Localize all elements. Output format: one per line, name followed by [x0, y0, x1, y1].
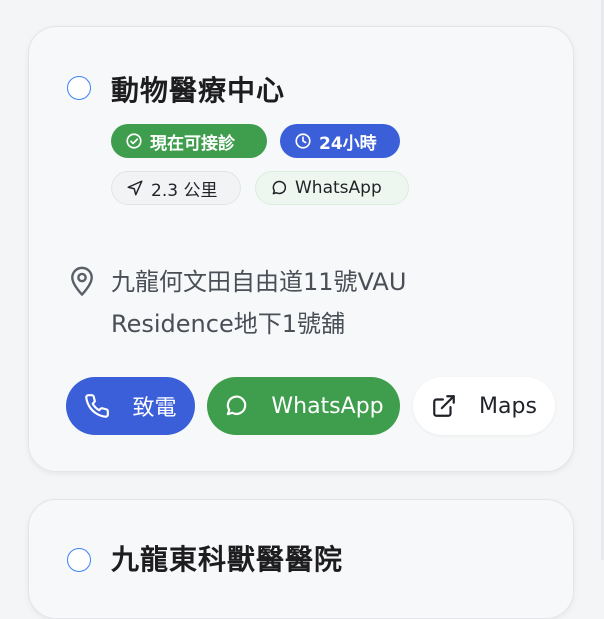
maps-button[interactable]: Maps — [413, 377, 555, 435]
clinic-card[interactable]: 九龍東科獸醫醫院 — [28, 499, 574, 619]
chat-bubble-icon — [272, 180, 287, 195]
whatsapp-badge: WhatsApp — [255, 171, 409, 205]
whatsapp-button-label: WhatsApp — [271, 393, 384, 419]
external-link-icon — [433, 395, 455, 417]
open-now-badge: 現在可接診 — [111, 124, 267, 158]
address-line-2: Residence地下1號舖 — [111, 310, 345, 338]
maps-button-label: Maps — [479, 393, 537, 419]
select-radio[interactable] — [67, 76, 91, 100]
distance-badge: 2.3 公里 — [111, 171, 241, 205]
clock-icon — [295, 133, 311, 149]
whatsapp-badge-label: WhatsApp — [295, 178, 382, 198]
navigation-arrow-icon — [127, 180, 143, 196]
open-now-label: 現在可接診 — [150, 133, 235, 154]
clinic-card[interactable]: 動物醫療中心 現在可接診 24小時 2.3 公里 WhatsApp 九龍何文田自… — [28, 26, 574, 472]
clinic-title: 九龍東科獸醫醫院 — [111, 543, 344, 576]
phone-icon — [85, 394, 110, 418]
hours-badge: 24小時 — [280, 124, 400, 158]
chat-bubble-icon — [227, 395, 247, 416]
address-line-1: 九龍何文田自由道11號VAU — [111, 268, 407, 296]
check-circle-icon — [126, 133, 142, 149]
call-button[interactable]: 致電 — [66, 377, 195, 435]
hours-label: 24小時 — [319, 133, 377, 154]
call-button-label: 致電 — [132, 396, 177, 421]
clinic-title: 動物醫療中心 — [111, 74, 286, 107]
map-pin-icon — [71, 266, 93, 296]
clinic-address: 九龍何文田自由道11號VAU Residence地下1號舖 — [111, 261, 441, 345]
select-radio[interactable] — [67, 548, 91, 572]
whatsapp-button[interactable]: WhatsApp — [207, 377, 400, 435]
distance-label: 2.3 公里 — [151, 180, 218, 201]
